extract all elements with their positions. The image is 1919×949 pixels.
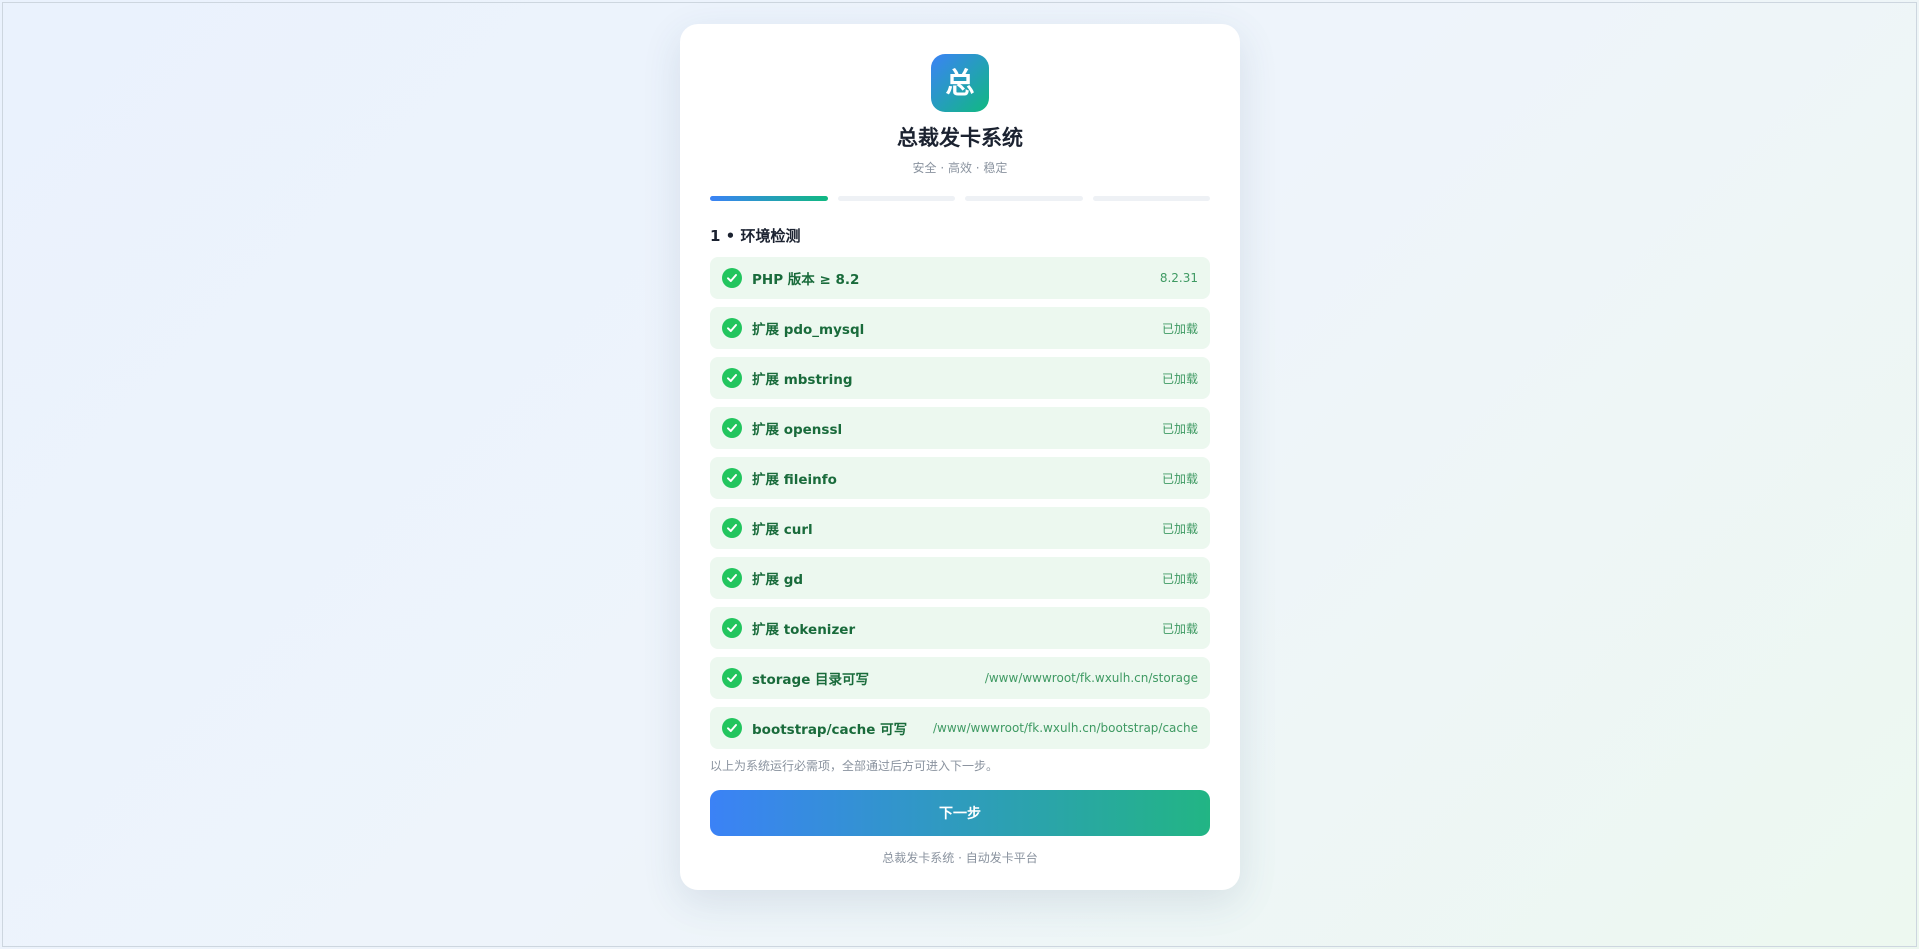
check-label: 扩展 curl: [752, 522, 813, 538]
check-label: 扩展 gd: [752, 572, 804, 588]
next-step-button[interactable]: 下一步: [710, 790, 1210, 836]
check-row: 扩展 mbstring 已加载: [710, 357, 1210, 399]
check-circle-icon: [722, 418, 742, 438]
check-label: storage 目录可写: [752, 672, 870, 688]
step-progress: [710, 196, 1210, 201]
check-value: /www/wwwroot/fk.wxulh.cn/storage: [984, 671, 1198, 685]
check-circle-icon: [722, 718, 742, 738]
check-row: PHP 版本 ≥ 8.2 8.2.31: [710, 257, 1210, 299]
progress-segment: [965, 196, 1083, 201]
progress-segment: [1092, 196, 1210, 201]
check-circle-icon: [722, 368, 742, 388]
check-value: 8.2.31: [1159, 271, 1198, 285]
check-circle-icon: [722, 568, 742, 588]
check-label: 扩展 tokenizer: [752, 622, 856, 638]
check-circle-icon: [722, 668, 742, 688]
check-row: storage 目录可写/www/wwwroot/fk.wxulh.cn/sto…: [710, 657, 1210, 699]
logo-glyph: 总: [945, 65, 975, 100]
check-label: 扩展 fileinfo: [752, 472, 837, 488]
step-title: 1 • 环境检测: [710, 227, 801, 245]
check-circle-icon: [722, 318, 742, 338]
progress-segment: [837, 196, 955, 201]
check-value: 已加载: [1161, 571, 1198, 586]
check-value: 已加载: [1161, 621, 1198, 636]
check-row: bootstrap/cache 可写/www/wwwroot/fk.wxulh.…: [710, 707, 1210, 749]
requirements-note: 以上为系统运行必需项，全部通过后方可进入下一步。: [710, 759, 999, 773]
check-row: 扩展 pdo_mysql 已加载: [710, 307, 1210, 349]
check-label: bootstrap/cache 可写: [752, 722, 908, 738]
install-card: 总 总裁发卡系统 安全 · 高效 · 稳定 1 • 环境检测 PHP 版本 ≥ …: [680, 24, 1240, 890]
check-value: 已加载: [1161, 371, 1198, 386]
app-subtitle: 安全 · 高效 · 稳定: [912, 161, 1008, 175]
check-value: 已加载: [1161, 321, 1198, 336]
check-value: 已加载: [1161, 471, 1198, 486]
check-label: 扩展 openssl: [752, 422, 843, 438]
check-row: 扩展 curl 已加载: [710, 507, 1210, 549]
check-value: /www/wwwroot/fk.wxulh.cn/bootstrap/cache: [932, 721, 1198, 735]
check-value: 已加载: [1161, 521, 1198, 536]
progress-segment: [710, 196, 828, 201]
check-label: 扩展 mbstring: [752, 372, 853, 388]
check-circle-icon: [722, 268, 742, 288]
check-row: 扩展 tokenizer 已加载: [710, 607, 1210, 649]
check-value: 已加载: [1161, 421, 1198, 436]
footer-text: 总裁发卡系统 · 自动发卡平台: [882, 851, 1038, 865]
check-row: 扩展 openssl 已加载: [710, 407, 1210, 449]
check-row: 扩展 gd 已加载: [710, 557, 1210, 599]
check-circle-icon: [722, 518, 742, 538]
check-list: PHP 版本 ≥ 8.2 8.2.31 扩展 pdo_mysql 已加载 扩展 mbst…: [710, 257, 1210, 749]
check-row: 扩展 fileinfo 已加载: [710, 457, 1210, 499]
app-logo: 总: [931, 54, 989, 112]
check-circle-icon: [722, 468, 742, 488]
check-label: PHP 版本 ≥ 8.2: [752, 272, 860, 288]
app-title: 总裁发卡系统: [897, 126, 1023, 150]
check-circle-icon: [722, 618, 742, 638]
check-label: 扩展 pdo_mysql: [752, 322, 865, 338]
